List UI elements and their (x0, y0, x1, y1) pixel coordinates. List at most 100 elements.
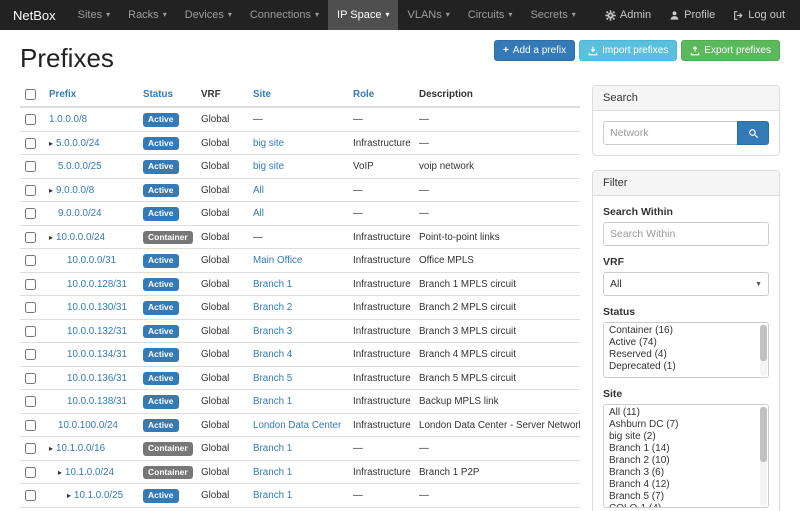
nav-item-vlans[interactable]: VLANs▾ (398, 0, 458, 30)
site-link[interactable]: Branch 4 (253, 349, 292, 360)
prefix-link[interactable]: 10.0.0.0/31 (67, 255, 116, 266)
status-badge: Container (143, 466, 193, 480)
row-checkbox[interactable] (25, 420, 36, 431)
chevron-down-icon: ▼ (755, 281, 762, 288)
site-link[interactable]: big site (253, 161, 284, 172)
site-link[interactable]: All (253, 208, 264, 219)
prefix-link[interactable]: 10.0.0.136/31 (67, 373, 127, 384)
prefix-link[interactable]: 10.0.0.0/24 (56, 232, 105, 243)
site-link[interactable]: Branch 5 (253, 373, 292, 384)
prefix-link[interactable]: 9.0.0.0/24 (58, 208, 102, 219)
export-prefixes-button[interactable]: Export prefixes (681, 40, 780, 61)
row-checkbox[interactable] (25, 232, 36, 243)
nav-item-profile[interactable]: Profile (660, 0, 724, 30)
vrf-cell: Global (196, 343, 248, 367)
chevron-down-icon: ▾ (106, 11, 110, 19)
scrollbar-thumb[interactable] (760, 325, 767, 361)
row-checkbox[interactable] (25, 349, 36, 360)
row-checkbox[interactable] (25, 138, 36, 149)
prefix-link[interactable]: 5.0.0.0/24 (56, 138, 100, 149)
row-checkbox[interactable] (25, 255, 36, 266)
site-link[interactable]: London Data Center (253, 420, 341, 431)
listbox-option[interactable]: Reserved (4) (604, 349, 768, 361)
role-cell: VoIP (348, 155, 414, 179)
search-within-input[interactable] (603, 222, 769, 246)
site-link[interactable]: big site (253, 138, 284, 149)
listbox-option[interactable]: Branch 5 (7) (604, 491, 768, 503)
search-button[interactable] (737, 121, 769, 145)
site-link[interactable]: All (253, 185, 264, 196)
listbox-option[interactable]: Branch 2 (10) (604, 455, 768, 467)
select-all-checkbox[interactable] (25, 89, 36, 100)
row-checkbox[interactable] (25, 326, 36, 337)
column-header-prefix[interactable]: Prefix (44, 85, 138, 107)
site-link[interactable]: Branch 1 (253, 279, 292, 290)
row-checkbox[interactable] (25, 161, 36, 172)
scrollbar-thumb[interactable] (760, 407, 767, 462)
site-link[interactable]: Branch 1 (253, 467, 292, 478)
scrollbar[interactable] (760, 406, 767, 506)
prefix-link[interactable]: 10.1.0.0/24 (65, 467, 114, 478)
nav-item-logout[interactable]: Log out (724, 0, 794, 30)
row-checkbox[interactable] (25, 467, 36, 478)
row-checkbox[interactable] (25, 114, 36, 125)
prefix-link[interactable]: 5.0.0.0/25 (58, 161, 102, 172)
nav-item-secrets[interactable]: Secrets▾ (521, 0, 584, 30)
site-link[interactable]: Branch 1 (253, 396, 292, 407)
nav-item-ip-space[interactable]: IP Space▾ (328, 0, 398, 30)
column-header-role[interactable]: Role (348, 85, 414, 107)
listbox-option[interactable]: Branch 4 (12) (604, 479, 768, 491)
row-checkbox[interactable] (25, 185, 36, 196)
prefix-link[interactable]: 10.1.0.0/25 (74, 490, 123, 501)
listbox-option[interactable]: Branch 3 (6) (604, 467, 768, 479)
listbox-option[interactable]: Branch 1 (14) (604, 443, 768, 455)
prefix-link[interactable]: 1.0.0.0/8 (49, 114, 87, 125)
site-link[interactable]: Branch 2 (253, 302, 292, 313)
listbox-option[interactable]: COLO-1 (4) (604, 503, 768, 508)
row-checkbox[interactable] (25, 443, 36, 454)
row-checkbox[interactable] (25, 302, 36, 313)
add-prefix-button[interactable]: + Add a prefix (494, 40, 575, 61)
nav-item-admin[interactable]: Admin (596, 0, 660, 30)
app-logo[interactable]: NetBox (0, 0, 69, 30)
site-link[interactable]: Branch 1 (253, 490, 292, 501)
nav-item-racks[interactable]: Racks▾ (119, 0, 176, 30)
prefix-link[interactable]: 10.1.0.0/16 (56, 443, 105, 454)
listbox-option[interactable]: Deprecated (1) (604, 361, 768, 373)
site-link[interactable]: Main Office (253, 255, 302, 266)
site-cell: Branch 4 (248, 343, 348, 367)
row-checkbox[interactable] (25, 490, 36, 501)
nav-item-circuits[interactable]: Circuits▾ (459, 0, 522, 30)
row-checkbox[interactable] (25, 396, 36, 407)
column-header-status[interactable]: Status (138, 85, 196, 107)
row-checkbox[interactable] (25, 373, 36, 384)
prefix-link[interactable]: 10.0.0.132/31 (67, 326, 127, 337)
prefix-link[interactable]: 10.0.100.0/24 (58, 420, 118, 431)
role-cell: — (348, 202, 414, 226)
nav-item-devices[interactable]: Devices▾ (176, 0, 241, 30)
prefix-link[interactable]: 10.0.0.128/31 (67, 279, 127, 290)
status-cell: Container (138, 225, 196, 249)
site-link[interactable]: Branch 1 (253, 443, 292, 454)
prefix-link[interactable]: 10.0.0.138/31 (67, 396, 127, 407)
prefix-link[interactable]: 10.0.0.130/31 (67, 302, 127, 313)
vrf-select[interactable]: All ▼ (603, 272, 769, 296)
import-prefixes-button[interactable]: Import prefixes (579, 40, 677, 61)
nav-item-connections[interactable]: Connections▾ (241, 0, 328, 30)
row-checkbox[interactable] (25, 279, 36, 290)
listbox-option[interactable]: Active (74) (604, 337, 768, 349)
prefix-link[interactable]: 10.0.0.134/31 (67, 349, 127, 360)
expand-arrow-icon: ▸ (49, 444, 53, 453)
prefix-link[interactable]: 9.0.0.0/8 (56, 185, 94, 196)
listbox-option[interactable]: Ashburn DC (7) (604, 419, 768, 431)
row-checkbox[interactable] (25, 208, 36, 219)
scrollbar[interactable] (760, 324, 767, 376)
listbox-option[interactable]: Container (16) (604, 325, 768, 337)
nav-item-sites[interactable]: Sites▾ (69, 0, 119, 30)
listbox-option[interactable]: All (11) (604, 407, 768, 419)
column-header-site[interactable]: Site (248, 85, 348, 107)
site-link[interactable]: Branch 3 (253, 326, 292, 337)
listbox-option[interactable]: big site (2) (604, 431, 768, 443)
search-input[interactable] (603, 121, 737, 145)
status-badge: Active (143, 278, 179, 292)
